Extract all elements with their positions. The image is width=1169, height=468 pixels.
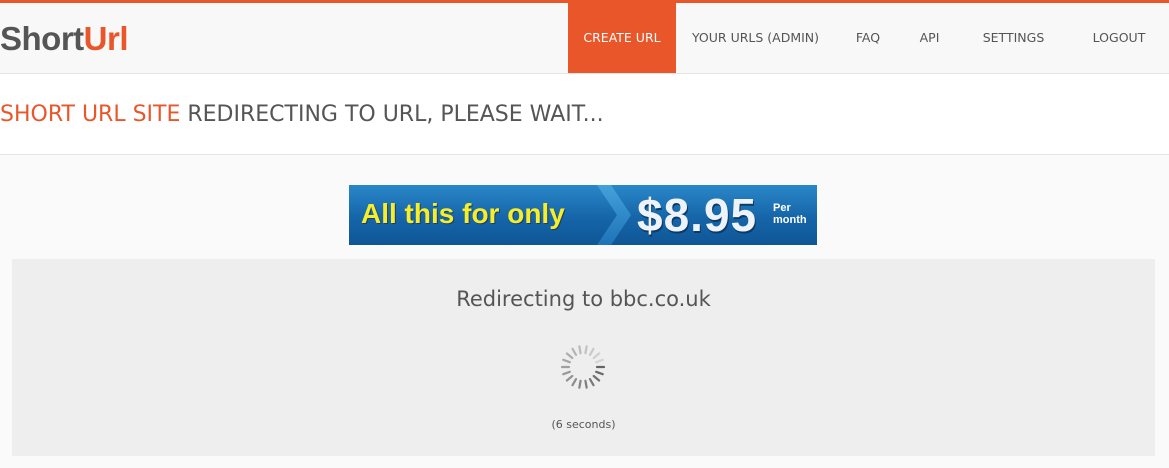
spinner-tick	[571, 378, 578, 387]
banner-per-line1: Per	[773, 202, 791, 214]
spinner-tick	[592, 374, 601, 382]
redirect-panel: Redirecting to bbc.co.uk (6 seconds)	[12, 259, 1155, 456]
banner-text: All this for only	[361, 198, 565, 229]
spinner-tick	[562, 370, 571, 376]
title-bar: SHORT URL SITE REDIRECTING TO URL, PLEAS…	[0, 74, 1169, 155]
ad-banner[interactable]: All this for only $8.95 Per month	[349, 185, 817, 245]
logo-short: Short	[0, 20, 84, 57]
page-title-message: REDIRECTING TO URL, PLEASE WAIT...	[180, 102, 604, 127]
banner-per-month: Per month	[773, 202, 817, 226]
spinner-tick	[588, 347, 595, 356]
spinner-tick	[595, 358, 604, 364]
spinner-tick	[584, 379, 588, 389]
spinner-tick	[592, 352, 601, 360]
page-title-site: SHORT URL SITE	[0, 102, 181, 127]
nav-settings[interactable]: SETTINGS	[958, 3, 1069, 73]
redirect-message: Redirecting to bbc.co.uk	[456, 287, 711, 311]
banner-price: $8.95	[637, 189, 758, 241]
logo-url: Url	[83, 20, 129, 57]
banner-per-line2: month	[773, 214, 807, 226]
spinner-tick	[578, 379, 582, 389]
header: ShortUrl CREATE URL YOUR URLS (ADMIN) FA…	[0, 3, 1169, 74]
logo[interactable]: ShortUrl	[0, 19, 129, 59]
spinner-tick	[565, 352, 574, 360]
nav-logout[interactable]: LOGOUT	[1069, 3, 1169, 73]
nav-your-urls[interactable]: YOUR URLS (ADMIN)	[676, 3, 835, 73]
banner-arrow-shape	[597, 185, 631, 245]
nav-create-url[interactable]: CREATE URL	[568, 3, 676, 73]
loading-spinner-icon	[560, 345, 606, 389]
redirect-countdown: (6 seconds)	[551, 418, 616, 431]
nav-api[interactable]: API	[901, 3, 958, 73]
spinner-tick	[595, 370, 604, 376]
spinner-tick	[562, 358, 571, 364]
spinner-tick	[588, 378, 595, 387]
spinner-tick	[578, 345, 582, 355]
spinner-tick	[571, 347, 578, 356]
main-nav: CREATE URL YOUR URLS (ADMIN) FAQ API SET…	[568, 3, 1169, 73]
spinner-tick	[565, 374, 574, 382]
spinner-tick	[584, 345, 588, 355]
nav-faq[interactable]: FAQ	[835, 3, 901, 73]
page-title: SHORT URL SITE REDIRECTING TO URL, PLEAS…	[0, 100, 604, 130]
